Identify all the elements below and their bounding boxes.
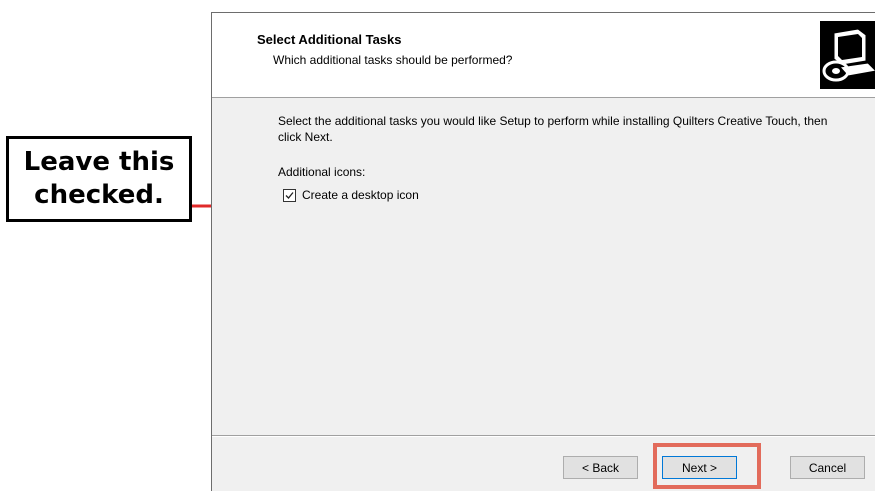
callout-line-1: Leave this [23,147,175,177]
cancel-button[interactable]: Cancel [790,456,865,479]
page-title: Select Additional Tasks [257,32,402,47]
installer-computer-icon [820,21,875,89]
next-button-highlight [653,443,761,489]
page-subtitle: Which additional tasks should be perform… [273,53,513,67]
checkmark-icon [285,191,294,199]
wizard-header: Select Additional Tasks Which additional… [212,13,875,98]
task-description: Select the additional tasks you would li… [278,114,828,144]
additional-icons-label: Additional icons: [278,165,366,179]
desktop-icon-task[interactable]: Create a desktop icon [278,188,838,202]
setup-wizard-dialog: Select Additional Tasks Which additional… [211,12,875,491]
callout-line-2: checked. [34,180,164,210]
desktop-icon-checkbox[interactable] [283,188,296,202]
callout-box: Leave this checked. [6,136,192,222]
desktop-icon-label[interactable]: Create a desktop icon [302,188,419,202]
wizard-content: Select the additional tasks you would li… [278,113,838,202]
back-button[interactable]: < Back [563,456,638,479]
footer-divider [212,435,875,437]
